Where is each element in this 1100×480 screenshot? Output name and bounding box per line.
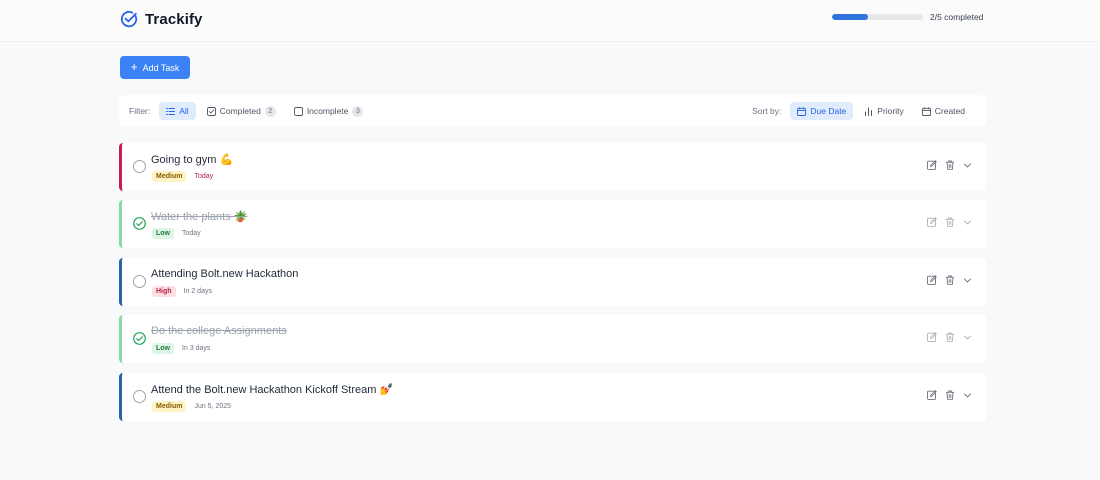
due-date: In 3 days: [182, 345, 211, 352]
edit-icon[interactable]: [927, 332, 937, 342]
add-task-label: Add Task: [142, 62, 180, 73]
filter-all-label: All: [179, 106, 189, 116]
incomplete-count-badge: 3: [352, 105, 364, 117]
sort-created-label: Created: [934, 106, 965, 116]
chevron-down-icon[interactable]: [963, 276, 972, 285]
filter-incomplete-button[interactable]: Incomplete 3: [287, 102, 371, 120]
filter-sort-toolbar: Filter: All Completed 2 Incomplete 3 Sor…: [119, 95, 986, 127]
edit-icon[interactable]: [927, 160, 937, 170]
sort-priority-label: Priority: [877, 106, 904, 116]
task-checkbox[interactable]: [133, 275, 146, 288]
due-date: In 2 days: [183, 288, 212, 295]
task-actions: [927, 332, 972, 342]
check-circle-icon: [133, 332, 146, 345]
app-title: Trackify: [145, 10, 203, 28]
task-card[interactable]: Do the college Assignments Low In 3 days: [119, 315, 986, 363]
trash-icon[interactable]: [945, 217, 955, 227]
filter-completed-button[interactable]: Completed 2: [200, 102, 283, 120]
add-task-button[interactable]: + Add Task: [120, 56, 190, 79]
filter-completed-label: Completed: [219, 106, 261, 116]
calendar-icon: [921, 106, 931, 116]
task-meta: Low In 3 days: [152, 343, 210, 354]
filter-all-button[interactable]: All: [159, 102, 196, 120]
plus-icon: +: [130, 60, 138, 74]
check-square-icon: [206, 106, 216, 116]
filter-group: Filter: All Completed 2 Incomplete 3: [129, 102, 370, 120]
task-checkbox-checked[interactable]: [133, 217, 146, 230]
sort-due-date-button[interactable]: Due Date: [790, 102, 854, 120]
task-checkbox-checked[interactable]: [133, 332, 146, 345]
task-actions: [927, 275, 972, 285]
task-actions: [927, 390, 972, 400]
priority-badge: Medium: [152, 401, 187, 412]
edit-icon[interactable]: [927, 275, 937, 285]
progress-text: 2/5 completed: [930, 12, 984, 22]
completed-count-badge: 2: [264, 105, 276, 117]
task-checkbox[interactable]: [133, 160, 146, 173]
check-circle-icon: [133, 217, 146, 230]
priority-badge: Low: [152, 228, 174, 239]
chevron-down-icon[interactable]: [963, 218, 972, 227]
due-date: Today: [194, 173, 214, 180]
task-title: Attending Bolt.new Hackathon: [151, 268, 299, 280]
task-title: Going to gym 💪: [151, 154, 234, 166]
task-meta: Medium Jun 5, 2025: [152, 401, 231, 412]
check-circle-icon: [120, 11, 138, 28]
task-title: Attend the Bolt.new Hackathon Kickoff St…: [151, 384, 394, 396]
list-icon: [166, 107, 176, 115]
task-meta: Low Today: [152, 228, 201, 239]
task-card[interactable]: Attend the Bolt.new Hackathon Kickoff St…: [119, 373, 986, 421]
edit-icon[interactable]: [927, 217, 937, 227]
trash-icon[interactable]: [945, 332, 955, 342]
due-date: Jun 5, 2025: [194, 403, 232, 410]
task-actions: [927, 160, 972, 170]
filter-incomplete-label: Incomplete: [306, 106, 349, 116]
sort-due-date-label: Due Date: [810, 106, 847, 116]
sort-group: Sort by: Due Date Priority Created: [752, 102, 972, 120]
task-card[interactable]: Attending Bolt.new Hackathon High In 2 d…: [119, 258, 986, 306]
task-actions: [927, 217, 972, 227]
task-checkbox[interactable]: [133, 390, 146, 403]
completion-progress: 2/5 completed: [832, 12, 983, 22]
sort-priority-button[interactable]: Priority: [857, 102, 910, 120]
task-title: Water the plants 🪴: [151, 211, 248, 223]
app-header: Trackify 2/5 completed: [0, 0, 1100, 42]
filter-label: Filter:: [129, 106, 151, 116]
progress-bar-fill: [832, 14, 869, 20]
chevron-down-icon[interactable]: [963, 333, 972, 342]
edit-icon[interactable]: [927, 390, 937, 400]
sort-label: Sort by:: [752, 106, 782, 116]
square-icon: [293, 106, 303, 116]
task-meta: Medium Today: [152, 171, 213, 182]
bar-chart-icon: [865, 107, 873, 116]
priority-badge: Low: [152, 343, 174, 354]
priority-badge: High: [152, 286, 176, 297]
calendar-icon: [797, 106, 807, 116]
priority-badge: Medium: [152, 171, 187, 182]
trash-icon[interactable]: [945, 390, 955, 400]
due-date: Today: [182, 230, 201, 237]
chevron-down-icon[interactable]: [963, 161, 972, 170]
task-title: Do the college Assignments: [151, 325, 287, 337]
task-meta: High In 2 days: [152, 286, 212, 297]
trash-icon[interactable]: [945, 160, 955, 170]
sort-created-button[interactable]: Created: [915, 102, 972, 120]
trash-icon[interactable]: [945, 275, 955, 285]
app-logo[interactable]: Trackify: [120, 10, 203, 28]
progress-bar: [832, 14, 923, 20]
task-card[interactable]: Water the plants 🪴 Low Today: [119, 200, 986, 248]
chevron-down-icon[interactable]: [963, 391, 972, 400]
task-card[interactable]: Going to gym 💪 Medium Today: [119, 143, 986, 191]
